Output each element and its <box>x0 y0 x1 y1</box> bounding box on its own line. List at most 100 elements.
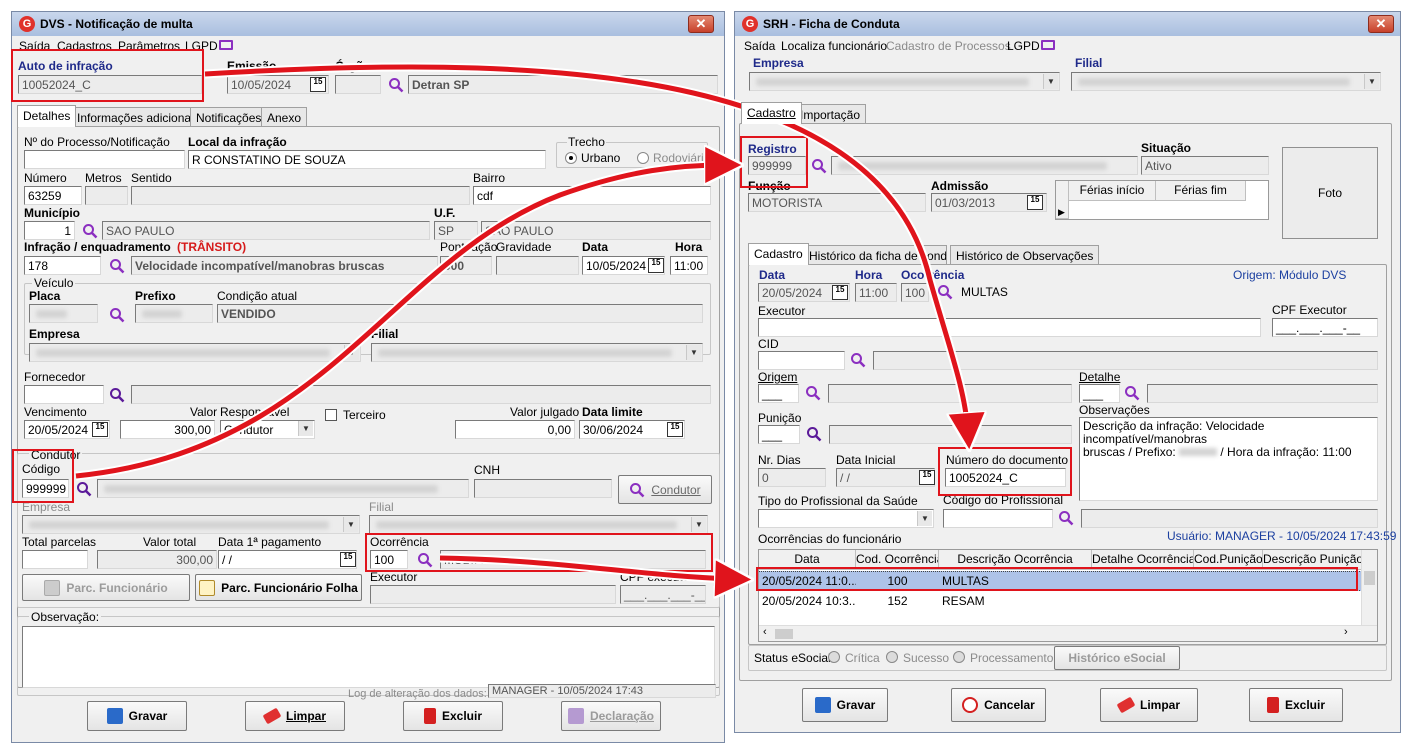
hora-field[interactable]: 11:00 <box>670 256 708 275</box>
search-icon[interactable] <box>82 223 98 239</box>
rodoviario-radio[interactable] <box>637 152 649 164</box>
prefixo-field[interactable] <box>135 304 213 323</box>
horizontal-scrollbar[interactable]: ‹ › <box>759 625 1377 641</box>
subtab-historico-observacoes[interactable]: Histórico de Observações <box>950 245 1100 265</box>
chevron-right-icon[interactable]: › <box>1344 626 1348 638</box>
calendar-icon[interactable]: 15 <box>310 77 326 92</box>
processamento-radio[interactable] <box>953 651 965 663</box>
table-row[interactable]: 20/05/2024 10:3... 152 RESAM <box>759 592 1362 612</box>
parc-folha-button[interactable]: Parc. Funcionário Folha <box>195 574 362 601</box>
search-icon[interactable] <box>1058 510 1074 526</box>
cancelar-button[interactable]: Cancelar <box>951 688 1046 722</box>
empresa-select[interactable]: ▼ <box>749 72 1060 91</box>
sentido-field[interactable] <box>131 186 470 205</box>
search-icon[interactable] <box>1124 385 1140 401</box>
search-icon[interactable] <box>806 426 822 442</box>
tab-cadastro[interactable]: Cadastro <box>741 102 802 124</box>
gravar-button[interactable]: Gravar <box>87 701 187 731</box>
tab-notificacoes[interactable]: Notificações <box>190 107 268 127</box>
subtab-cadastro[interactable]: Cadastro <box>748 243 809 265</box>
detalhe-field[interactable]: ___ <box>1079 384 1120 403</box>
close-icon[interactable]: ✕ <box>1368 15 1394 33</box>
search-icon[interactable] <box>76 481 92 497</box>
numero-field[interactable]: 63259 <box>24 186 82 205</box>
condutor-button[interactable]: Condutor <box>618 475 712 504</box>
search-icon[interactable] <box>388 77 404 93</box>
excluir-button[interactable]: Excluir <box>1249 688 1343 722</box>
municipio-code-field[interactable]: 1 <box>24 221 75 240</box>
empresa2-select[interactable]: ▼ <box>22 515 360 534</box>
calendar-icon[interactable]: 15 <box>832 285 848 300</box>
declaracao-button[interactable]: Declaração <box>561 701 661 731</box>
search-icon[interactable] <box>850 352 866 368</box>
observacoes-textarea[interactable]: Descrição da infração: Velocidade incomp… <box>1079 417 1378 501</box>
subtab-historico-ficha[interactable]: Histórico da ficha de conduta <box>803 245 947 265</box>
monitor-icon[interactable] <box>219 40 233 50</box>
chevron-left-icon[interactable]: ‹ <box>763 626 767 638</box>
punicao-field[interactable]: ___ <box>758 425 800 444</box>
calendar-icon[interactable]: 15 <box>340 552 356 567</box>
sucesso-radio[interactable] <box>886 651 898 663</box>
metros-field[interactable] <box>85 186 128 205</box>
executor-field[interactable] <box>758 318 1261 337</box>
urbano-radio[interactable] <box>565 152 577 164</box>
calendar-icon[interactable]: 15 <box>92 422 108 437</box>
gravar-button[interactable]: Gravar <box>802 688 888 722</box>
menu-cadastro-processos[interactable]: Cadastro de Processos <box>886 39 1011 53</box>
close-icon[interactable]: ✕ <box>688 15 714 33</box>
tipo-prof-select[interactable]: ▼ <box>758 509 934 528</box>
menu-localiza-funcionario[interactable]: Localiza funcionário <box>781 39 887 53</box>
ferias-grid[interactable]: ▶ Férias início Férias fim <box>1055 180 1269 220</box>
fornecedor-code-field[interactable] <box>24 385 104 404</box>
filial-select[interactable]: ▼ <box>371 343 703 362</box>
search-icon[interactable] <box>937 284 953 300</box>
critica-radio[interactable] <box>828 651 840 663</box>
menu-saida[interactable]: Saída <box>744 39 775 53</box>
menu-lgpd[interactable]: LGPD <box>1007 39 1040 53</box>
empresa-select[interactable]: ▼ <box>29 343 361 362</box>
search-icon[interactable] <box>805 385 821 401</box>
excluir-button[interactable]: Excluir <box>403 701 503 731</box>
filial2-select[interactable]: ▼ <box>369 515 708 534</box>
data-pagamento-field[interactable]: / / <box>218 550 357 569</box>
search-icon[interactable] <box>811 158 827 174</box>
cid-field[interactable] <box>758 351 845 370</box>
cpf-executor-field[interactable]: ___.___.___-__ <box>1272 318 1378 337</box>
calendar-icon[interactable]: 15 <box>919 470 935 485</box>
search-icon[interactable] <box>109 387 125 403</box>
tab-detalhes[interactable]: Detalhes <box>17 105 77 127</box>
observacao-textarea[interactable] <box>22 626 715 688</box>
valor-julgado-field[interactable]: 0,00 <box>455 420 575 439</box>
tab-importacao[interactable]: Importação <box>794 104 867 124</box>
placa-field[interactable] <box>29 304 98 323</box>
vertical-scrollbar[interactable] <box>1361 550 1377 625</box>
ocorrencias-grid[interactable]: Data Cod. Ocorrência Descrição Ocorrênci… <box>758 549 1378 642</box>
calendar-icon[interactable]: 15 <box>1027 195 1043 210</box>
nr-dias-field[interactable]: 0 <box>758 468 826 487</box>
search-icon[interactable] <box>109 307 125 323</box>
uf-field[interactable]: SP <box>434 221 478 240</box>
limpar-button[interactable]: Limpar <box>1100 688 1198 722</box>
processo-field[interactable] <box>24 150 185 169</box>
hora-field[interactable]: 11:00 <box>855 283 897 302</box>
tab-anexo[interactable]: Anexo <box>261 107 308 127</box>
filial-select[interactable]: ▼ <box>1071 72 1381 91</box>
orgao-code-field[interactable] <box>335 75 381 94</box>
bairro-field[interactable]: cdf <box>473 186 711 205</box>
tab-informacoes-adicionais[interactable]: Informações adicionais <box>71 107 206 127</box>
local-field[interactable]: R CONSTATINO DE SOUZA <box>188 150 546 169</box>
total-parcelas-field[interactable] <box>22 550 88 569</box>
parc-funcionario-button[interactable]: Parc. Funcionário <box>22 574 190 601</box>
infracao-code-field[interactable]: 178 <box>24 256 101 275</box>
valor-field[interactable]: 300,00 <box>120 420 215 439</box>
origem-field[interactable]: ___ <box>758 384 799 403</box>
historico-esocial-button[interactable]: Histórico eSocial <box>1054 646 1180 670</box>
search-icon[interactable] <box>109 258 125 274</box>
terceiro-checkbox[interactable] <box>325 409 337 421</box>
ocorrencia-code-field[interactable]: 100 <box>901 283 929 302</box>
calendar-icon[interactable]: 15 <box>667 422 683 437</box>
codigo-prof-field[interactable] <box>943 509 1053 528</box>
chevron-down-icon[interactable]: ▼ <box>298 421 313 436</box>
monitor-icon[interactable] <box>1041 40 1055 50</box>
limpar-button[interactable]: Limpar <box>245 701 345 731</box>
